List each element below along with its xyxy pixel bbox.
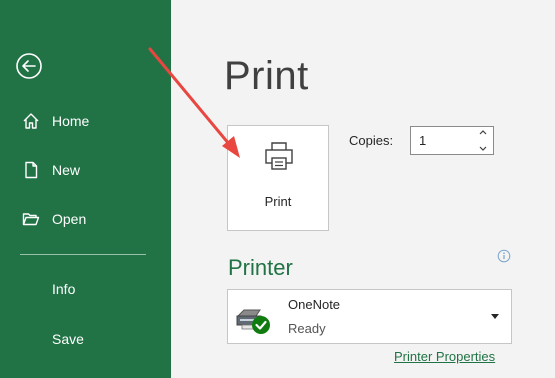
sidebar-item-label: Info (52, 281, 76, 297)
page-title: Print (224, 54, 309, 98)
printer-icon (262, 139, 296, 173)
open-folder-icon (21, 209, 41, 229)
sidebar-item-new[interactable]: New (0, 150, 171, 190)
sidebar-divider (20, 254, 146, 255)
backstage-sidebar: Home New Open Info Save (0, 0, 171, 378)
printer-ready-icon (234, 302, 272, 336)
copies-stepper[interactable]: 1 (410, 126, 494, 155)
sidebar-item-save[interactable]: Save (0, 319, 171, 359)
sidebar-item-label: Save (52, 331, 84, 347)
chevron-up-icon[interactable] (478, 128, 488, 137)
info-icon[interactable] (497, 249, 511, 263)
sidebar-item-open[interactable]: Open (0, 199, 171, 239)
copies-value[interactable]: 1 (419, 133, 426, 148)
sidebar-item-home[interactable]: Home (0, 101, 171, 141)
dropdown-caret-icon[interactable] (491, 314, 499, 319)
sidebar-item-label: Home (52, 113, 90, 129)
print-button[interactable]: Print (227, 125, 329, 231)
sidebar-item-info[interactable]: Info (0, 269, 171, 309)
sidebar-item-label: Open (52, 211, 87, 227)
home-icon (21, 111, 41, 131)
print-button-label: Print (264, 194, 292, 209)
printer-section-heading: Printer (228, 255, 293, 280)
back-arrow-icon[interactable] (14, 51, 44, 81)
copies-spin-arrows[interactable] (475, 128, 491, 153)
chevron-down-icon[interactable] (478, 144, 488, 153)
printer-status: Ready (288, 321, 326, 336)
copies-label: Copies: (349, 133, 394, 148)
new-document-icon (21, 160, 41, 180)
printer-dropdown[interactable]: OneNote Ready (227, 289, 512, 344)
sidebar-item-label: New (52, 162, 81, 178)
printer-name: OneNote (288, 297, 341, 312)
printer-properties-link[interactable]: Printer Properties (394, 349, 495, 364)
